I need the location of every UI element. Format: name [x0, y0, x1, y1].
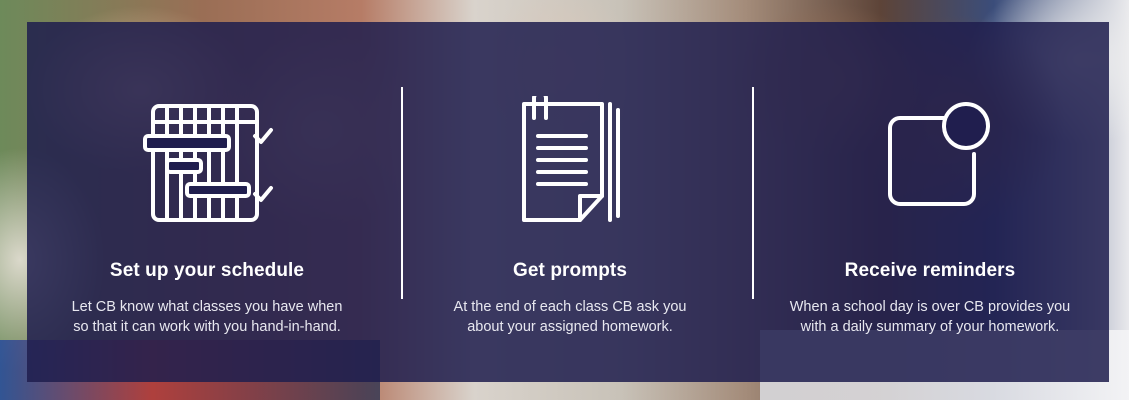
feature-prompts: Get prompts At the end of each class CB … [390, 22, 750, 382]
feature-title: Get prompts [512, 260, 628, 281]
notification-reminder-icon [860, 96, 1000, 226]
feature-description-line: At the end of each class CB ask you [453, 299, 687, 315]
feature-description: When a school day is over CB provides yo… [750, 297, 1110, 337]
feature-description: Let CB know what classes you have when s… [27, 297, 387, 337]
feature-schedule: Set up your schedule Let CB know what cl… [27, 22, 387, 382]
feature-description-line: When a school day is over CB provides yo… [789, 299, 1071, 315]
document-prompts-icon [500, 96, 640, 226]
feature-description-line: so that it can work with you hand-in-han… [73, 319, 341, 335]
feature-description-line: with a daily summary of your homework. [800, 319, 1060, 335]
feature-title: Set up your schedule [109, 260, 305, 281]
feature-description: At the end of each class CB ask you abou… [390, 297, 750, 337]
feature-description-line: about your assigned homework. [467, 319, 673, 335]
feature-title: Receive reminders [844, 260, 1016, 281]
features-banner: Set up your schedule Let CB know what cl… [0, 0, 1129, 400]
feature-reminders: Receive reminders When a school day is o… [750, 22, 1110, 382]
feature-description-line: Let CB know what classes you have when [71, 299, 343, 315]
schedule-calendar-icon [137, 96, 277, 226]
